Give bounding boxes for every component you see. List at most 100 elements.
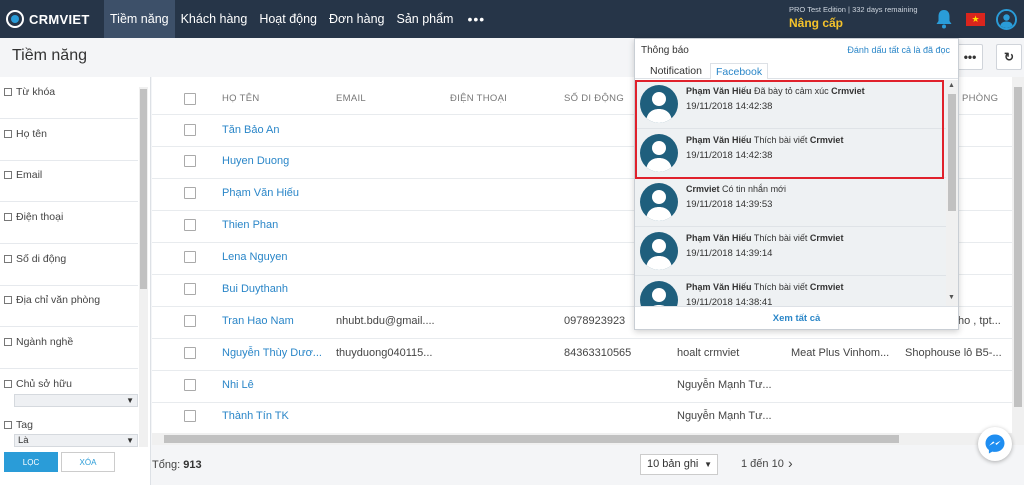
logo-icon: [6, 10, 24, 28]
filter-office-address[interactable]: Địa chỉ văn phòng: [4, 294, 100, 306]
page-size-value: 10 bản ghi: [647, 458, 699, 470]
filter-email[interactable]: Email: [4, 169, 42, 181]
divider: [0, 368, 138, 369]
row-checkbox[interactable]: [184, 187, 196, 199]
row-checkbox[interactable]: [184, 379, 196, 391]
filter-keyword[interactable]: Từ khóa: [4, 86, 55, 98]
notification-scrollbar[interactable]: ▲ ▼: [946, 80, 958, 306]
notification-action: Đã bày tỏ cảm xúc: [754, 86, 829, 96]
brand-logo[interactable]: CRMVIET: [0, 0, 104, 38]
lead-owner: Nguyễn Mạnh Tư...: [677, 410, 772, 422]
filter-full-name[interactable]: Họ tên: [4, 128, 47, 140]
filter-tag[interactable]: Tag: [4, 419, 33, 431]
notification-item[interactable]: Phạm Văn Hiếu Thích bài viết Crmviet 19/…: [635, 227, 946, 276]
scrollbar-thumb[interactable]: [1014, 87, 1022, 407]
refresh-icon[interactable]: ↻: [996, 44, 1022, 70]
chevron-down-icon: ▼: [126, 436, 134, 445]
lead-name-link[interactable]: Phạm Văn Hiếu: [222, 187, 299, 199]
filter-checkbox[interactable]: [4, 130, 12, 138]
lead-name-link[interactable]: Nhi Lê: [222, 379, 254, 391]
vietnam-flag-icon[interactable]: ★: [966, 13, 985, 26]
filter-checkbox[interactable]: [4, 421, 12, 429]
nav-item-khach-hang[interactable]: Khách hàng: [175, 0, 254, 38]
filter-checkbox[interactable]: [4, 213, 12, 221]
row-checkbox[interactable]: [184, 155, 196, 167]
filter-industry[interactable]: Ngành nghề: [4, 336, 73, 348]
scrollbar-thumb[interactable]: [948, 94, 956, 211]
view-all-notifications-link[interactable]: Xem tất cả: [635, 306, 958, 330]
nav-more-menu[interactable]: •••: [459, 0, 493, 38]
notification-item[interactable]: Phạm Văn Hiếu Thích bài viết Crmviet 19/…: [635, 129, 946, 178]
column-header-email[interactable]: EMAIL: [336, 93, 366, 104]
row-checkbox[interactable]: [184, 347, 196, 359]
upgrade-link[interactable]: Nâng cấp: [789, 16, 843, 30]
tag-operator-select[interactable]: Là ▼: [14, 434, 138, 447]
filter-owner[interactable]: Chủ sở hữu: [4, 378, 72, 390]
lead-name-link[interactable]: Thien Phan: [222, 219, 278, 231]
filter-checkbox[interactable]: [4, 338, 12, 346]
total-value: 913: [183, 459, 202, 471]
divider: [152, 402, 1024, 403]
row-checkbox[interactable]: [184, 410, 196, 422]
notification-item[interactable]: Crmviet Có tin nhắn mới 19/11/2018 14:39…: [635, 178, 946, 227]
lead-name-link[interactable]: Bui Duythanh: [222, 283, 288, 295]
row-checkbox[interactable]: [184, 315, 196, 327]
notification-item[interactable]: Phạm Văn Hiếu Thích bài viết Crmviet 19/…: [635, 276, 946, 306]
notification-action: Có tin nhắn mới: [722, 184, 786, 194]
filter-label: Chủ sở hữu: [16, 378, 72, 390]
clear-filter-button[interactable]: XÓA: [61, 452, 115, 472]
nav-item-don-hang[interactable]: Đơn hàng: [323, 0, 390, 38]
column-header-phone[interactable]: ĐIỆN THOẠI: [450, 93, 507, 104]
lead-name-link[interactable]: Tran Hao Nam: [222, 315, 294, 327]
filter-phone[interactable]: Điện thoại: [4, 211, 63, 223]
apply-filter-button[interactable]: LỌC: [4, 452, 58, 472]
lead-email: nhubt.bdu@gmail....: [336, 315, 435, 327]
notification-target: Crmviet: [809, 282, 844, 292]
row-checkbox[interactable]: [184, 283, 196, 295]
user-silhouette-icon: [646, 239, 672, 270]
next-page-button[interactable]: ›: [788, 455, 793, 471]
page-size-select[interactable]: 10 bản ghi ▼: [640, 454, 718, 475]
lead-name-link[interactable]: Thành Tín TK: [222, 410, 289, 422]
lead-name-link[interactable]: Tăn Bảo An: [222, 124, 280, 136]
brand-name: CRMVIET: [29, 11, 90, 27]
filter-checkbox[interactable]: [4, 296, 12, 304]
scrollbar-thumb[interactable]: [140, 89, 147, 289]
filter-mobile[interactable]: Số di động: [4, 253, 66, 265]
more-actions-button[interactable]: •••: [957, 44, 983, 70]
messenger-icon[interactable]: [978, 427, 1012, 461]
filter-checkbox[interactable]: [4, 88, 12, 96]
column-header-name[interactable]: HỌ TÊN: [222, 93, 260, 104]
tab-notification[interactable]: Notification: [645, 63, 707, 79]
column-header-office[interactable]: PHÒNG: [962, 93, 998, 104]
select-all-checkbox[interactable]: [184, 93, 196, 105]
filter-checkbox[interactable]: [4, 380, 12, 388]
scrollbar-thumb[interactable]: [164, 435, 899, 443]
tab-facebook[interactable]: Facebook: [710, 63, 769, 79]
row-checkbox[interactable]: [184, 251, 196, 263]
lead-name-link[interactable]: Lena Nguyen: [222, 251, 287, 263]
filter-checkbox[interactable]: [4, 171, 12, 179]
column-header-mobile[interactable]: SỐ DI ĐỘNG: [564, 93, 624, 104]
row-checkbox[interactable]: [184, 219, 196, 231]
nav-item-hoat-dong[interactable]: Hoạt động: [253, 0, 323, 38]
messenger-bubble-icon: [985, 434, 1005, 454]
scroll-up-icon[interactable]: ▲: [948, 82, 955, 89]
bell-icon[interactable]: [935, 9, 953, 29]
sidebar-scrollbar[interactable]: [139, 87, 148, 447]
lead-name-link[interactable]: Huyen Duong: [222, 155, 289, 167]
user-avatar-icon[interactable]: [996, 9, 1017, 30]
notification-item[interactable]: Phạm Văn Hiếu Đã bày tỏ cảm xúc Crmviet …: [635, 80, 946, 129]
nav-item-tiem-nang[interactable]: Tiềm năng: [104, 0, 175, 38]
lead-name-link[interactable]: Nguyễn Thùy Dươ...: [222, 347, 322, 359]
row-checkbox[interactable]: [184, 124, 196, 136]
table-vertical-scrollbar[interactable]: [1012, 77, 1024, 445]
page-range: 1 đến 10: [741, 458, 784, 470]
mark-all-read-link[interactable]: Đánh dấu tất cả là đã đọc: [847, 45, 950, 55]
owner-select[interactable]: ▼: [14, 394, 138, 407]
nav-item-san-pham[interactable]: Sản phẩm: [390, 0, 459, 38]
table-horizontal-scrollbar[interactable]: [152, 433, 1012, 445]
notification-actor: Phạm Văn Hiếu: [686, 282, 752, 292]
filter-checkbox[interactable]: [4, 255, 12, 263]
scroll-down-icon[interactable]: ▼: [948, 294, 955, 301]
